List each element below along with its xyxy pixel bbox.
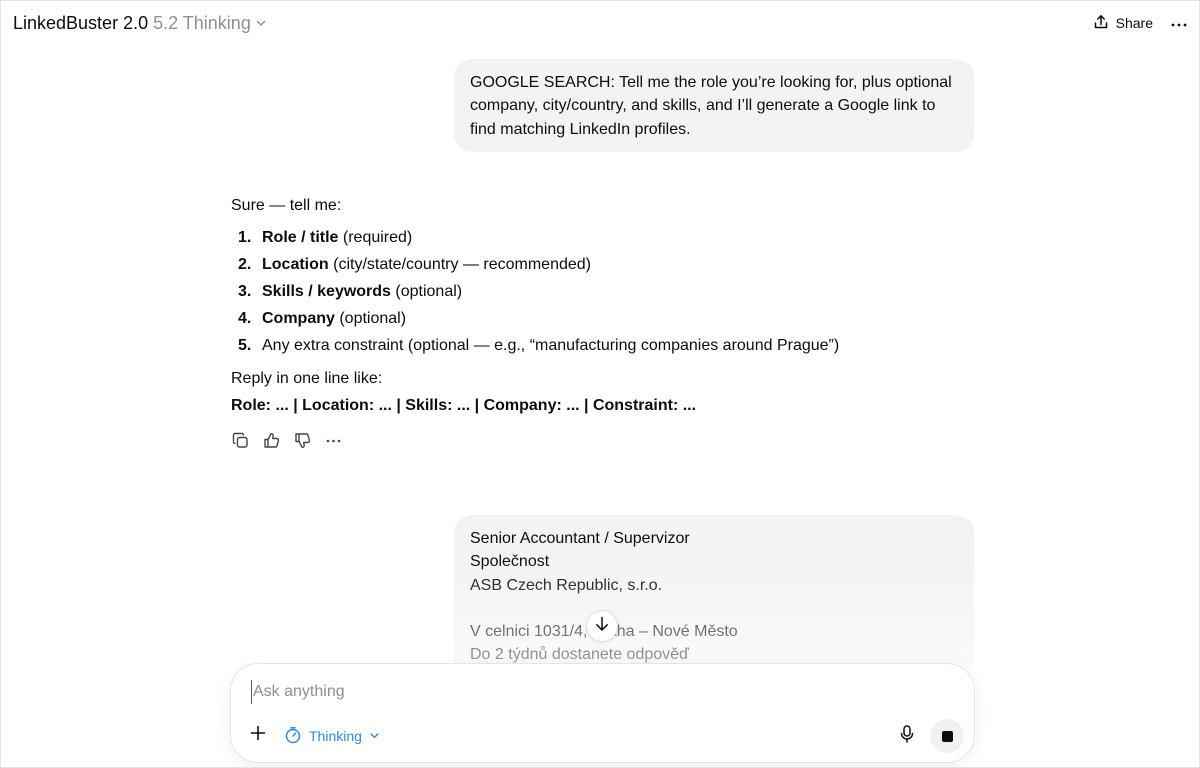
list-item-text: (optional) xyxy=(390,282,463,300)
user-message-text: GOOGLE SEARCH: Tell me the role you’re l… xyxy=(470,74,952,138)
scroll-to-bottom-button[interactable] xyxy=(586,610,618,642)
list-item: 3. Skills / keywords (optional) xyxy=(231,278,971,305)
list-number: 4. xyxy=(238,309,252,327)
list-item-text: Any extra constraint (optional — e.g., “… xyxy=(262,336,840,354)
prompt-input[interactable] xyxy=(251,680,911,704)
thinking-mode-label: Thinking xyxy=(309,728,362,744)
message-actions xyxy=(232,432,971,449)
stop-icon xyxy=(941,730,953,742)
list-item: 4. Company (optional) xyxy=(231,305,971,332)
microphone-icon xyxy=(900,724,914,748)
list-number: 3. xyxy=(238,282,252,300)
user-message: Senior Accountant / Supervizor Společnos… xyxy=(454,515,974,675)
reply-template: Role: ... | Location: ... | Skills: ... … xyxy=(231,397,697,414)
composer: Thinking xyxy=(230,663,975,763)
list-number: 2. xyxy=(238,255,252,273)
add-attachment-button[interactable] xyxy=(248,725,268,745)
ellipsis-icon[interactable] xyxy=(325,432,342,449)
list-number: 1. xyxy=(238,228,252,246)
list-item: 1. Role / title (required) xyxy=(231,224,971,251)
header-actions: Share xyxy=(1093,1,1187,45)
arrow-down-icon xyxy=(595,616,609,637)
chat-window: LinkedBuster 2.0 5.2 Thinking Share GOOG… xyxy=(0,0,1200,768)
list-item-bold: Location xyxy=(262,255,329,273)
timer-icon xyxy=(284,726,302,747)
microphone-button[interactable] xyxy=(897,724,917,748)
ellipsis-icon xyxy=(1171,14,1187,32)
assistant-intro: Sure — tell me: xyxy=(231,197,342,214)
reply-prompt: Reply in one line like: xyxy=(231,370,383,387)
stop-generating-button[interactable] xyxy=(930,719,964,753)
user-message-line: Společnost xyxy=(470,553,550,571)
model-selector[interactable]: 5.2 Thinking xyxy=(153,13,251,34)
list-item-text: (required) xyxy=(338,228,413,246)
list-item: 2. Location (city/state/country — recomme… xyxy=(231,251,971,278)
thumbs-down-icon[interactable] xyxy=(294,432,311,449)
list-item-bold: Company xyxy=(262,309,335,327)
share-label: Share xyxy=(1115,15,1153,31)
share-button[interactable]: Share xyxy=(1093,14,1153,33)
list-item-bold: Role / title xyxy=(262,228,339,246)
user-message-line xyxy=(470,597,958,620)
list-item-text: (optional) xyxy=(334,309,407,327)
copy-icon[interactable] xyxy=(232,432,249,449)
chevron-down-icon[interactable] xyxy=(255,17,267,29)
user-message-line: Senior Accountant / Supervizor xyxy=(470,530,690,547)
steps-list: 1. Role / title (required) 2. Location (ci… xyxy=(231,224,971,359)
plus-icon xyxy=(250,725,266,746)
user-message-line: ASB Czech Republic, s.r.o. xyxy=(470,576,663,594)
list-item-bold: Skills / keywords xyxy=(262,282,391,300)
list-item-text: (city/state/country — recommended) xyxy=(328,255,591,273)
share-icon xyxy=(1093,14,1109,33)
assistant-message: Sure — tell me: 1. Role / title (required… xyxy=(231,194,971,449)
list-item: 5. Any extra constraint (optional — e.g.,… xyxy=(231,332,971,359)
more-options-button[interactable] xyxy=(1171,14,1187,32)
app-title: LinkedBuster 2.0 xyxy=(13,12,149,33)
thinking-mode-button[interactable]: Thinking xyxy=(284,725,380,747)
top-bar: LinkedBuster 2.0 5.2 Thinking Share xyxy=(1,1,1199,45)
user-message: GOOGLE SEARCH: Tell me the role you’re l… xyxy=(454,59,974,152)
list-number: 5. xyxy=(238,336,252,354)
chevron-down-icon xyxy=(369,728,380,744)
thumbs-up-icon[interactable] xyxy=(263,432,280,449)
user-message-line: V celnici 1031/4, Praha – Nové Město xyxy=(470,623,738,641)
